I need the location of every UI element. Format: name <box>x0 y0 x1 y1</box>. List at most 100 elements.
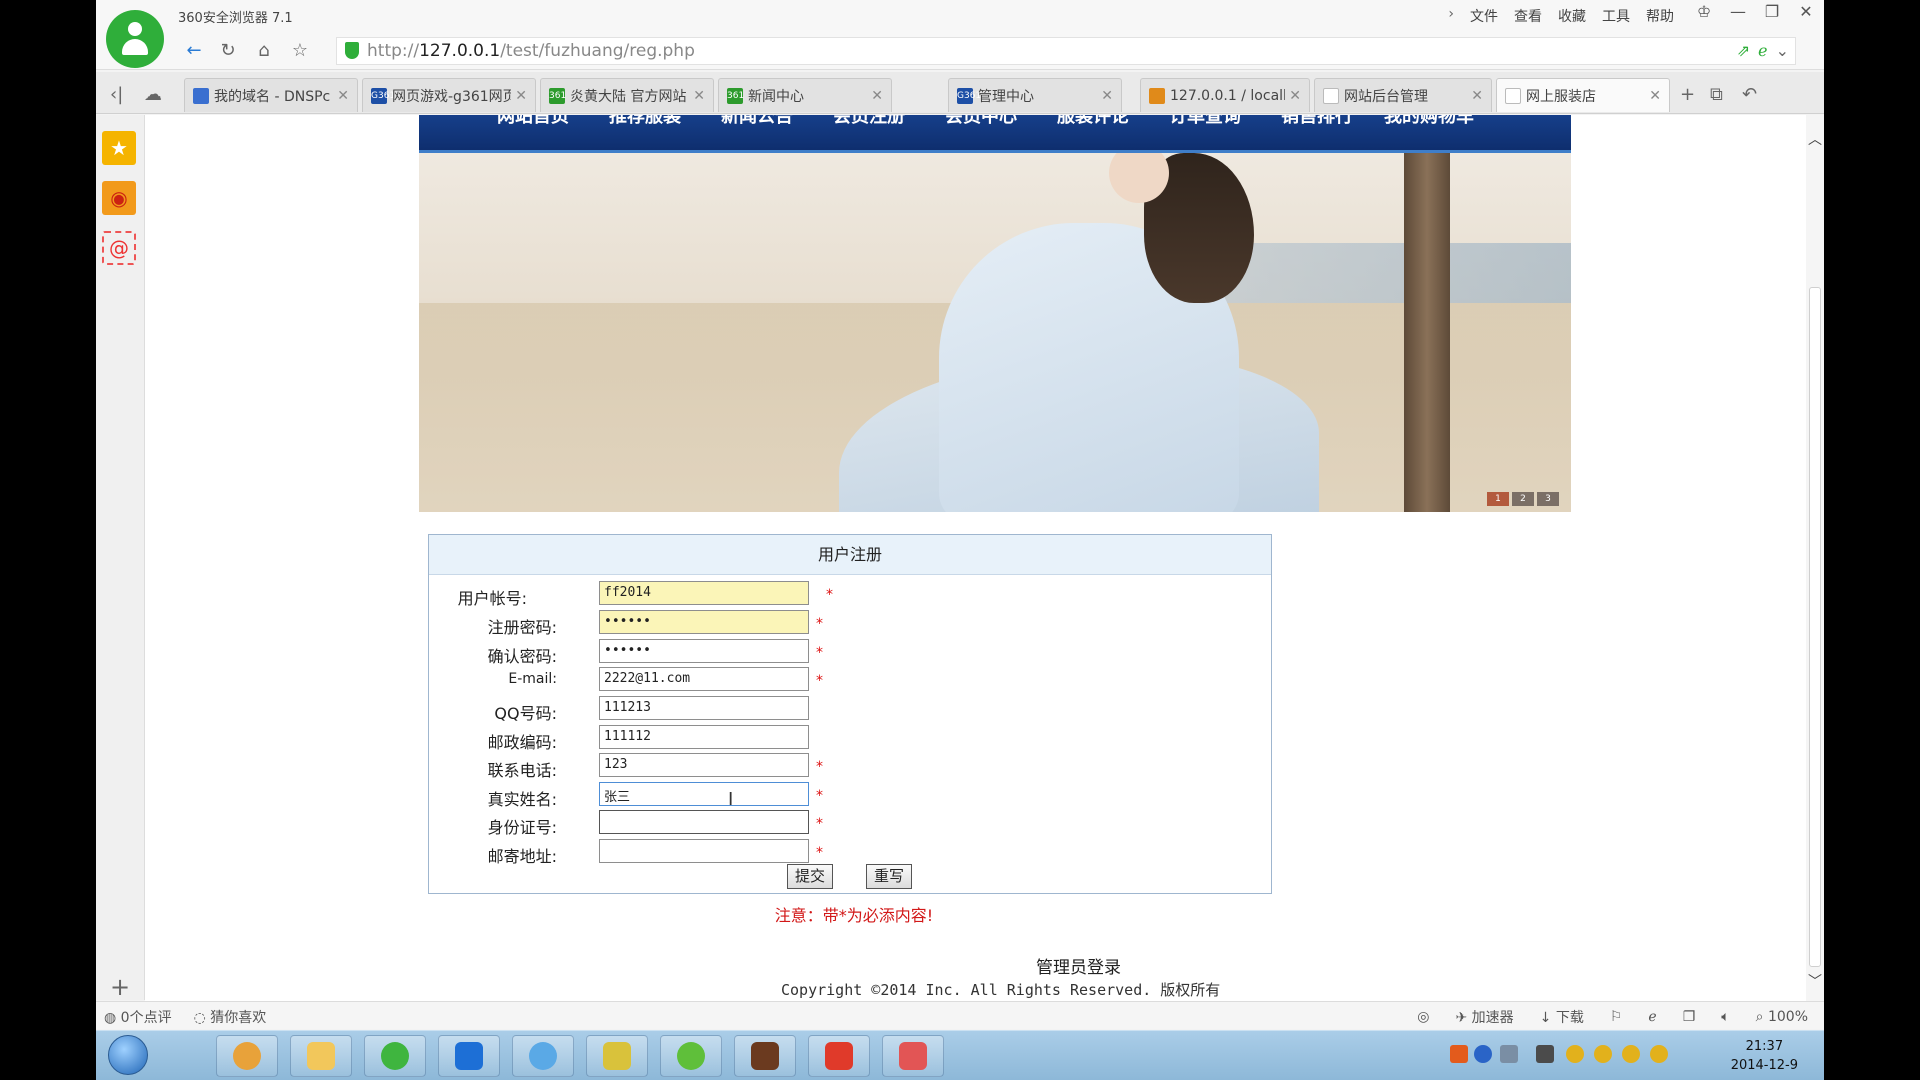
comments-count[interactable]: ◍ 0个点评 <box>104 1007 172 1027</box>
flag-icon[interactable]: ⚐ <box>1610 1009 1623 1025</box>
address-input[interactable]: http://127.0.0.1/test/fuzhuang/reg.php ⇗… <box>336 37 1796 65</box>
bookmark-star-icon[interactable]: ☆ <box>288 39 312 63</box>
start-button-icon[interactable] <box>108 1035 148 1075</box>
email-input[interactable]: 2222@11.com <box>599 667 809 691</box>
sogou-ime-icon[interactable] <box>1450 1045 1468 1063</box>
network-icon[interactable] <box>1500 1045 1518 1063</box>
accelerator-button[interactable]: ✈ 加速器 <box>1455 1007 1513 1027</box>
zoom-control[interactable]: ⌕ 100% <box>1756 1009 1808 1025</box>
menu-file[interactable]: 文件 <box>1470 6 1498 26</box>
taskbar-red-app-icon[interactable] <box>808 1035 870 1077</box>
weibo-icon[interactable]: ◉ <box>102 181 136 215</box>
idcard-input[interactable] <box>599 810 809 834</box>
browser-user-avatar-icon[interactable] <box>106 10 164 68</box>
qq-icon[interactable] <box>1650 1045 1668 1063</box>
tab-close-icon[interactable]: ✕ <box>1471 88 1483 104</box>
qq-input[interactable]: 111213 <box>599 696 809 720</box>
sidebar-add-icon[interactable]: + <box>110 973 130 1001</box>
ie-icon[interactable]: ℯ <box>1648 1009 1656 1025</box>
nav-home[interactable]: 网站首页 <box>477 115 589 129</box>
nav-reviews[interactable]: 服装评论 <box>1037 115 1149 129</box>
nav-member-center[interactable]: 会员中心 <box>925 115 1037 129</box>
taskbar-game-icon[interactable] <box>734 1035 796 1077</box>
admin-login-link[interactable]: 管理员登录 <box>1036 953 1121 978</box>
scroll-up-icon[interactable]: ︿ <box>1808 129 1822 149</box>
skin-icon[interactable]: ♔ <box>1694 2 1714 21</box>
refresh-icon[interactable]: ↻ <box>216 39 240 63</box>
slide-dot[interactable]: 3 <box>1537 492 1559 506</box>
mail-at-icon[interactable]: @ <box>102 231 136 265</box>
tab-list-icon[interactable]: ⧉ <box>1710 84 1723 105</box>
qq-icon[interactable] <box>1566 1045 1584 1063</box>
window-icon[interactable]: ❐ <box>1683 1009 1696 1025</box>
device-icon[interactable] <box>1536 1045 1554 1063</box>
address-url[interactable]: http://127.0.0.1/test/fuzhuang/reg.php <box>367 41 695 61</box>
taskbar-app-gold-icon[interactable] <box>586 1035 648 1077</box>
qq-icon[interactable] <box>1594 1045 1612 1063</box>
menu-tools[interactable]: 工具 <box>1602 6 1630 26</box>
new-tab-icon[interactable]: + <box>1680 84 1695 105</box>
realname-input[interactable]: 张三 <box>599 782 809 806</box>
undo-close-icon[interactable]: ↶ <box>1742 84 1757 105</box>
tab-close-icon[interactable]: ✕ <box>1289 88 1301 104</box>
phone-input[interactable]: 123 <box>599 753 809 777</box>
tab-close-icon[interactable]: ✕ <box>693 88 705 104</box>
submit-button[interactable]: 提交 <box>787 864 833 889</box>
tab-phpmyadmin[interactable]: 127.0.0.1 / localh ✕ <box>1140 78 1310 112</box>
tab-close-icon[interactable]: ✕ <box>1649 88 1661 104</box>
nav-cart[interactable]: 我的购物车 <box>1373 115 1485 129</box>
tab-site-admin[interactable]: 网站后台管理 ✕ <box>1314 78 1492 112</box>
nav-orders[interactable]: 订单查询 <box>1149 115 1261 129</box>
tab-dnspod[interactable]: 我的域名 - DNSPc ✕ <box>184 78 358 112</box>
speed-icon[interactable]: ◎ <box>1417 1009 1429 1025</box>
menu-favorites[interactable]: 收藏 <box>1558 6 1586 26</box>
system-clock[interactable]: 21:37 2014-12-9 <box>1731 1037 1798 1075</box>
download-button[interactable]: ↓ 下载 <box>1540 1007 1584 1027</box>
postcode-input[interactable]: 111112 <box>599 725 809 749</box>
nav-sales-rank[interactable]: 销售排行 <box>1261 115 1373 129</box>
address-input-field[interactable] <box>599 839 809 863</box>
taskbar-music-icon[interactable] <box>512 1035 574 1077</box>
favorites-star-icon[interactable]: ★ <box>102 131 136 165</box>
nav-register[interactable]: 会员注册 <box>813 115 925 129</box>
ie-compat-icon[interactable]: ℯ <box>1758 41 1767 60</box>
restore-button[interactable]: ❐ <box>1762 2 1782 21</box>
nav-recommended[interactable]: 推荐服装 <box>589 115 701 129</box>
scroll-thumb[interactable] <box>1809 287 1821 967</box>
password-input[interactable]: •••••• <box>599 610 809 634</box>
tab-news-center[interactable]: 361 新闻中心 ✕ <box>718 78 892 112</box>
taskbar-360-browser-icon[interactable] <box>364 1035 426 1077</box>
home-icon[interactable]: ⌂ <box>252 39 276 63</box>
tab-close-icon[interactable]: ✕ <box>515 88 527 104</box>
slide-dot[interactable]: 2 <box>1512 492 1534 506</box>
back-arrow-icon[interactable]: ← <box>182 39 206 63</box>
qq-icon[interactable] <box>1622 1045 1640 1063</box>
tab-close-icon[interactable]: ✕ <box>1101 88 1113 104</box>
tab-online-clothing-store[interactable]: 网上服装店 ✕ <box>1496 78 1670 112</box>
menu-arrow-icon[interactable]: › <box>1448 6 1454 26</box>
tab-close-icon[interactable]: ✕ <box>871 88 883 104</box>
tab-yanhuang[interactable]: 361 炎黄大陆 官方网站 ✕ <box>540 78 714 112</box>
confirm-password-input[interactable]: •••••• <box>599 639 809 663</box>
menu-help[interactable]: 帮助 <box>1646 6 1674 26</box>
page-scrollbar[interactable]: ︿ ﹀ <box>1806 115 1824 1001</box>
help-icon[interactable] <box>1474 1045 1492 1063</box>
address-dropdown-icon[interactable]: ⌄ <box>1776 41 1789 60</box>
taskbar-app-blue-icon[interactable] <box>438 1035 500 1077</box>
tab-scroll-left-icon[interactable]: ‹| <box>110 84 123 105</box>
nav-news[interactable]: 新闻公告 <box>701 115 813 129</box>
username-input[interactable]: ff2014 <box>599 581 809 605</box>
reset-button[interactable]: 重写 <box>866 864 912 889</box>
tab-close-icon[interactable]: ✕ <box>337 88 349 104</box>
taskbar-edit-app-icon[interactable] <box>882 1035 944 1077</box>
scroll-down-icon[interactable]: ﹀ <box>1808 971 1822 991</box>
close-window-button[interactable]: ✕ <box>1796 2 1816 21</box>
guess-you-like[interactable]: ◌ 猜你喜欢 <box>194 1007 267 1027</box>
minimize-button[interactable]: — <box>1728 2 1748 21</box>
tab-admin-center[interactable]: G361 管理中心 ✕ <box>948 78 1122 112</box>
volume-icon[interactable]: 🔈︎ <box>1721 1009 1729 1025</box>
taskbar-explorer-icon[interactable] <box>290 1035 352 1077</box>
share-icon[interactable]: ⇗ <box>1737 41 1750 60</box>
tab-g361[interactable]: G361 网页游戏-g361网页 ✕ <box>362 78 536 112</box>
cloud-icon[interactable]: ☁ <box>144 84 162 105</box>
